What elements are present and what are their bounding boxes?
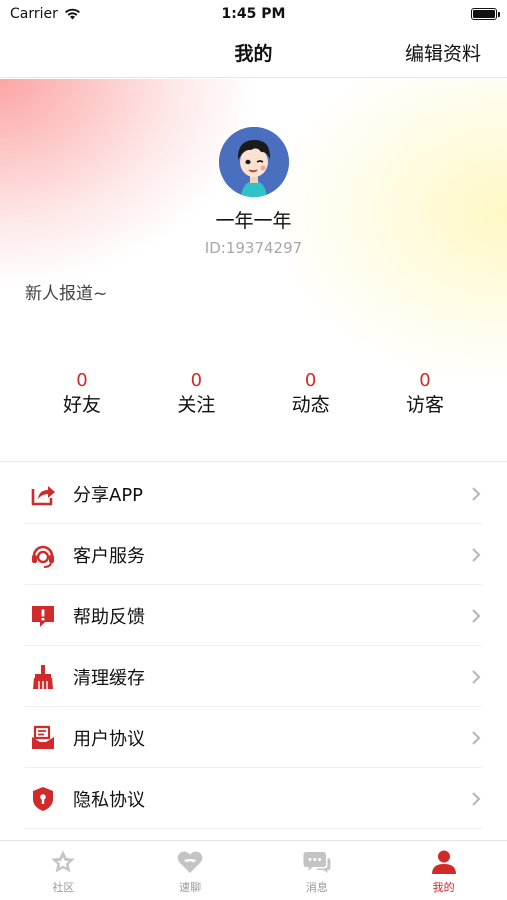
avatar-image — [219, 127, 289, 197]
menu-item-customer-service[interactable]: 客户服务 — [0, 524, 507, 585]
tab-bar: 社区 速聊 消息 我的 — [0, 840, 507, 900]
edit-profile-button[interactable]: 编辑资料 — [405, 39, 481, 66]
username: 一年一年 — [215, 210, 292, 232]
chevron-right-icon — [472, 486, 481, 501]
tab-label: 速聊 — [179, 881, 202, 894]
tab-label: 消息 — [305, 881, 328, 894]
tab-mine[interactable]: 我的 — [380, 841, 507, 900]
menu-label: 客户服务 — [73, 545, 145, 567]
status-left: Carrier — [10, 6, 81, 22]
menu-item-clear-cache[interactable]: 清理缓存 — [0, 646, 507, 707]
document-icon — [28, 723, 58, 753]
share-icon — [28, 479, 58, 509]
menu-item-share-app[interactable]: 分享APP — [0, 463, 507, 524]
chevron-right-icon — [472, 730, 481, 745]
avatar[interactable] — [219, 127, 289, 197]
headset-icon — [28, 540, 58, 570]
stat-friends[interactable]: 0 好友 — [25, 370, 139, 418]
tab-quick-chat[interactable]: 速聊 — [127, 841, 254, 900]
chat-icon — [303, 852, 331, 873]
menu-label: 帮助反馈 — [73, 606, 145, 628]
nav-bar: 我的 编辑资料 — [0, 28, 507, 78]
broom-icon — [28, 662, 58, 692]
chevron-right-icon — [472, 669, 481, 684]
carrier-label: Carrier — [10, 6, 58, 22]
user-bio: 新人报道~ — [25, 284, 108, 304]
stat-label: 关注 — [177, 394, 216, 416]
tab-community[interactable]: 社区 — [0, 841, 127, 900]
menu-label: 清理缓存 — [73, 667, 145, 689]
stat-label: 访客 — [405, 394, 444, 416]
menu-item-help-feedback[interactable]: 帮助反馈 — [0, 585, 507, 646]
stat-value: 0 — [76, 370, 88, 391]
stats-row: 0 好友 0 关注 0 动态 0 访客 — [25, 370, 482, 418]
stat-following[interactable]: 0 关注 — [139, 370, 253, 418]
chevron-right-icon — [472, 791, 481, 806]
star-icon — [51, 850, 76, 873]
page-title: 我的 — [234, 43, 273, 65]
user-icon — [431, 850, 456, 874]
chevron-right-icon — [472, 608, 481, 623]
menu-item-user-agreement[interactable]: 用户协议 — [0, 707, 507, 768]
stat-label: 动态 — [291, 394, 330, 416]
tab-messages[interactable]: 消息 — [254, 841, 381, 900]
stat-value: 0 — [190, 370, 203, 391]
heart-icon — [177, 851, 203, 873]
tab-label: 我的 — [432, 881, 455, 894]
menu-label: 分享APP — [73, 484, 144, 506]
chevron-right-icon — [472, 547, 481, 562]
menu-item-privacy-agreement[interactable]: 隐私协议 — [0, 768, 507, 829]
battery-icon — [471, 8, 500, 20]
stat-label: 好友 — [62, 394, 101, 416]
menu-label: 用户协议 — [73, 728, 145, 750]
feedback-icon — [28, 601, 58, 631]
stat-posts[interactable]: 0 动态 — [254, 370, 368, 418]
settings-menu: 分享APP 客户服务 帮助反馈 清理缓存 用户协议 隐私协议 — [0, 463, 507, 829]
status-bar: Carrier 1:45 PM — [0, 0, 507, 28]
stat-visitors[interactable]: 0 访客 — [368, 370, 482, 418]
menu-label: 隐私协议 — [73, 789, 145, 811]
user-id: ID:19374297 — [204, 239, 303, 257]
stat-value: 0 — [419, 370, 431, 391]
profile-header: 一年一年 ID:19374297 新人报道~ 0 好友 0 关注 0 动态 0 … — [0, 79, 507, 462]
stat-value: 0 — [304, 370, 317, 391]
shield-icon — [28, 784, 58, 814]
tab-label: 社区 — [52, 881, 75, 894]
wifi-icon — [64, 8, 80, 20]
